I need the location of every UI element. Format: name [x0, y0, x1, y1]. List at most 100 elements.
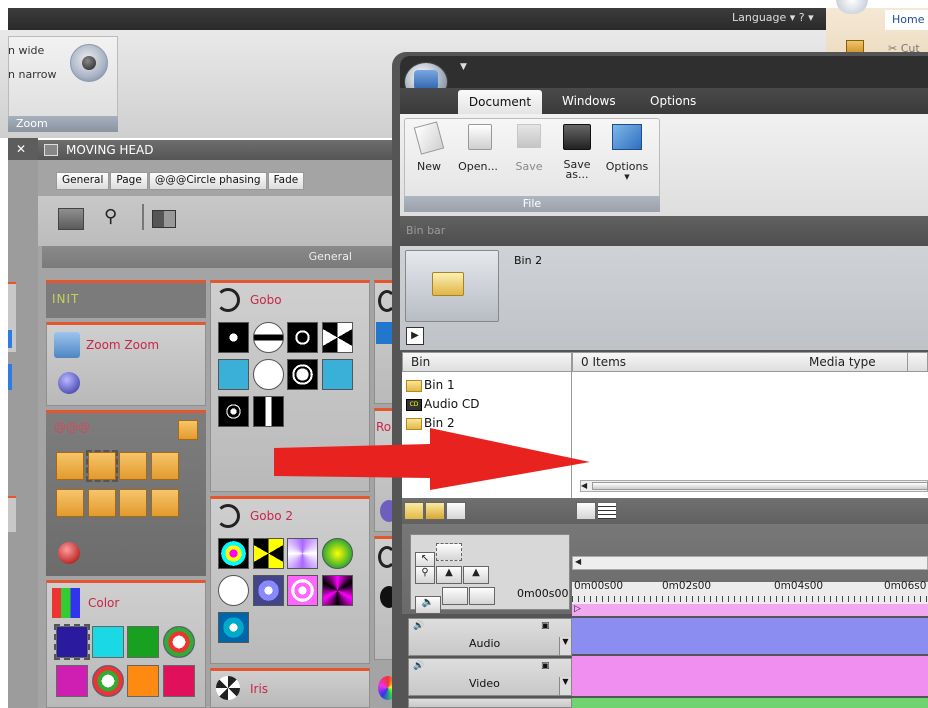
gobo2-card-title: Gobo 2	[250, 509, 294, 523]
gobo-open-icon[interactable]	[252, 359, 284, 390]
shape-s-icon[interactable]	[56, 489, 84, 517]
gobo-bar-icon[interactable]	[252, 322, 284, 353]
audio-track-lane[interactable]	[572, 618, 928, 654]
timeline-tool-row-3: 🔈	[415, 587, 496, 614]
zoom-narrow-label[interactable]: n narrow	[8, 68, 57, 81]
scrollbar-thumb[interactable]	[592, 482, 928, 490]
tab-home[interactable]: Home	[885, 10, 928, 30]
new-document-icon	[413, 121, 445, 155]
timeline-scrollbar[interactable]	[572, 556, 928, 570]
gobo2-fan-icon[interactable]	[252, 538, 284, 569]
open-button[interactable]: Open...	[456, 124, 500, 184]
video-tool-icon[interactable]	[442, 587, 468, 605]
items-count[interactable]: 0 Items	[581, 355, 626, 369]
track-3-header[interactable]	[408, 698, 572, 708]
gobo2-rays-icon[interactable]	[321, 575, 353, 606]
save-button[interactable]: Save	[512, 124, 546, 184]
circle-ball-icon[interactable]	[58, 542, 80, 564]
gobo2-spiral-icon[interactable]	[287, 575, 318, 606]
tab-page[interactable]: Page	[110, 172, 148, 190]
zoom-wide-label[interactable]: n wide	[8, 44, 44, 57]
track-3-lane[interactable]	[572, 698, 928, 708]
tab-fade[interactable]: Fade	[267, 172, 305, 190]
tab-circle-phasing[interactable]: @@@Circle phasing	[148, 172, 267, 190]
gobo2-dots-icon[interactable]	[218, 538, 249, 569]
new-button[interactable]: New	[413, 121, 445, 184]
gobo2-snow-icon[interactable]	[218, 612, 249, 643]
swatch-green[interactable]	[127, 626, 159, 658]
shape-eight-icon[interactable]	[87, 489, 116, 517]
shape-j-icon[interactable]	[150, 489, 179, 517]
open-bin-icon[interactable]	[425, 502, 445, 520]
gobo2-bloom-icon[interactable]	[252, 575, 284, 606]
timeline-scroll-left-icon[interactable]: ◀	[575, 557, 581, 566]
shape-lines-icon[interactable]	[119, 489, 147, 517]
folder-icon	[406, 379, 422, 392]
envelope-tool-2-icon[interactable]: ▲	[463, 566, 489, 584]
playhead-icon[interactable]: ▷	[574, 604, 581, 614]
side-card	[8, 496, 16, 532]
divider	[142, 204, 144, 230]
bin-tree-header[interactable]: Bin	[402, 352, 572, 372]
gobo-star-icon[interactable]	[218, 322, 249, 353]
language-menu[interactable]: Language ▾ ? ▾	[732, 11, 814, 24]
gobo-radiation-icon[interactable]	[321, 322, 353, 353]
swatch-magenta[interactable]	[56, 665, 88, 697]
device-icon[interactable]	[58, 208, 84, 230]
tree-node-bin1[interactable]: Bin 1	[402, 376, 571, 395]
media-type-column[interactable]: Media type	[809, 355, 876, 369]
swatch-cyan[interactable]	[91, 626, 124, 658]
new-bin-icon[interactable]	[404, 502, 424, 520]
tab-document[interactable]: Document	[458, 90, 542, 114]
tab-windows[interactable]: Windows	[562, 94, 616, 108]
zoom-ball-icon[interactable]	[58, 372, 80, 394]
swatch-orange[interactable]	[127, 665, 159, 697]
speaker-icon[interactable]: 🔈	[415, 596, 441, 614]
shape-circle-icon[interactable]	[119, 452, 147, 480]
tab-general[interactable]: General	[56, 172, 110, 190]
shape-rings-icon[interactable]	[85, 450, 118, 482]
lock-icon[interactable]: ▣	[541, 661, 550, 671]
knob-center-icon	[82, 56, 96, 70]
lock-icon[interactable]: ▣	[541, 621, 550, 631]
gobo2-open-icon[interactable]	[218, 575, 249, 606]
tab-options[interactable]: Options	[650, 94, 696, 108]
chevron-down-icon[interactable]: ▼	[559, 637, 571, 655]
envelope-tool-icon[interactable]: ▲	[436, 566, 462, 584]
play-button[interactable]: ▶	[406, 327, 424, 345]
select-tool-icon[interactable]	[436, 543, 462, 561]
timeline-marker-strip[interactable]	[572, 604, 928, 616]
gobo-rotate-right-icon[interactable]	[321, 359, 353, 390]
delete-bin-icon[interactable]	[446, 502, 466, 520]
swatch-wheel-2[interactable]	[91, 665, 124, 697]
quick-access-dropdown-icon[interactable]: ▼	[460, 62, 467, 72]
options-button[interactable]: Options ▼	[604, 124, 650, 194]
video-track-header[interactable]: 🔊 ▣ Video ▼	[408, 658, 572, 696]
effects-tool-icon[interactable]	[469, 587, 495, 605]
gobo2-ball-icon[interactable]	[321, 538, 353, 569]
swatch-red[interactable]	[162, 665, 195, 697]
search-icon[interactable]: ⚲	[104, 206, 117, 227]
shape-icon[interactable]	[178, 420, 198, 440]
shape-up-icon[interactable]	[56, 452, 84, 480]
list-view-icon[interactable]	[597, 502, 617, 520]
video-track-lane[interactable]	[572, 656, 928, 696]
save-as-button[interactable]: Save as...	[558, 124, 596, 196]
gobo-mesh-icon[interactable]	[218, 396, 249, 427]
gobo-anchor-icon[interactable]	[252, 396, 284, 427]
gobo-dots-icon[interactable]	[287, 359, 318, 390]
thumbnail-view-icon[interactable]	[576, 502, 596, 520]
close-icon[interactable]: ✕	[16, 142, 26, 156]
toolbar-area	[38, 196, 398, 246]
audio-track-header[interactable]: 🔊 ▣ Audio ▼	[408, 618, 572, 656]
zoom-tool-icon[interactable]: ⚲	[415, 566, 435, 584]
swatch-blue[interactable]	[54, 624, 90, 660]
gobo-rotate-left-icon[interactable]	[218, 359, 249, 390]
chevron-down-icon[interactable]: ▼	[559, 677, 571, 695]
swatch-wheel[interactable]	[162, 626, 195, 658]
tree-node-audio-cd[interactable]: CD Audio CD	[402, 395, 571, 414]
shape-wave-icon[interactable]	[150, 452, 179, 480]
layout-icon[interactable]	[152, 210, 176, 228]
gobo2-burst-icon[interactable]	[287, 538, 318, 569]
gobo-starfill-icon[interactable]	[287, 322, 318, 353]
